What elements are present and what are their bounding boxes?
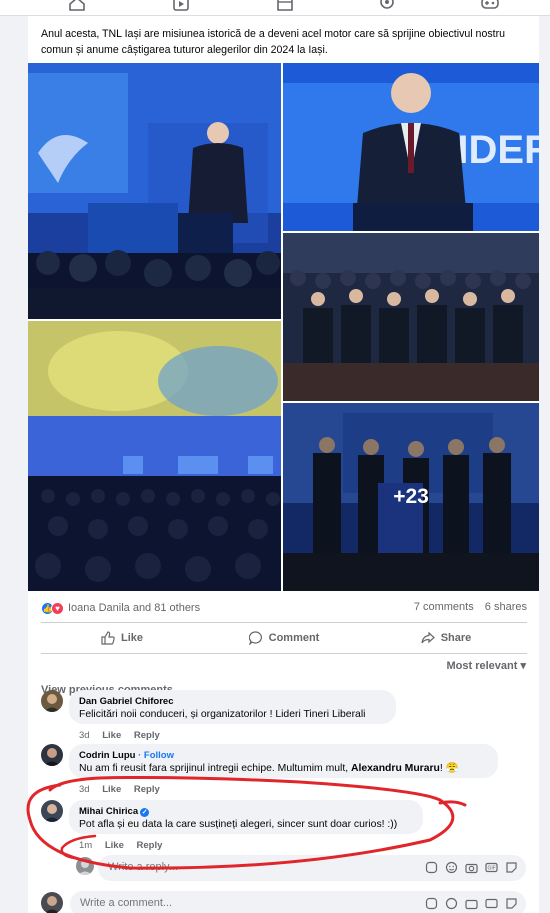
comments-count[interactable]: 7 comments bbox=[414, 601, 474, 613]
comment-text: Pot afla și eu data la care susțineți al… bbox=[79, 819, 398, 830]
comment-like-link[interactable]: Like bbox=[102, 730, 121, 741]
sticker-icon[interactable] bbox=[505, 897, 518, 910]
comment-author[interactable]: Dan Gabriel Chiforec bbox=[79, 695, 386, 708]
avatar-sticker-icon[interactable] bbox=[425, 861, 438, 874]
like-label: Like bbox=[120, 632, 143, 644]
comment-label: Comment bbox=[268, 632, 320, 644]
marketplace-icon[interactable] bbox=[276, 0, 294, 12]
reply-input-box: GIF bbox=[98, 855, 526, 881]
comment-author[interactable]: Codrin Lupu bbox=[79, 750, 135, 761]
avatar bbox=[76, 857, 94, 875]
gif-icon[interactable]: GIF bbox=[485, 861, 498, 874]
groups-icon[interactable] bbox=[378, 0, 396, 12]
comment-reply-link[interactable]: Reply bbox=[137, 840, 163, 851]
avatar bbox=[41, 892, 63, 913]
thumbs-up-icon bbox=[101, 631, 115, 645]
verified-badge-icon: ✓ bbox=[140, 808, 150, 817]
comment-like-link[interactable]: Like bbox=[102, 784, 121, 795]
photo-speaker-closeup[interactable]: LIDERI TINERI bbox=[283, 63, 539, 231]
photo-speaker-podium[interactable] bbox=[28, 63, 281, 319]
comment-like-link[interactable]: Like bbox=[105, 840, 124, 851]
emoji-icon[interactable] bbox=[445, 897, 458, 910]
comment-text: Felicitări noii conduceri, și organizato… bbox=[79, 709, 366, 720]
comment-bubble: Mihai Chirica ✓ Pot afla și eu data la ca… bbox=[69, 800, 423, 834]
divider bbox=[41, 622, 527, 623]
post-actions: Like Comment Share bbox=[41, 627, 527, 649]
reaction-summary[interactable]: 👍 ♥ Ioana Danila and 81 others bbox=[41, 600, 200, 616]
comment-meta: 3d Like Reply bbox=[79, 730, 170, 741]
sort-dropdown[interactable]: Most relevant ▾ bbox=[447, 659, 527, 672]
comment-input-box bbox=[70, 891, 526, 913]
camera-icon[interactable] bbox=[465, 861, 478, 874]
comment-item: Dan Gabriel Chiforec Felicitări noii con… bbox=[41, 690, 521, 741]
photo-gallery: LIDERI TINERI bbox=[28, 63, 539, 591]
reply-input[interactable] bbox=[108, 861, 338, 873]
comment-time[interactable]: 1m bbox=[79, 840, 92, 851]
avatar[interactable] bbox=[41, 800, 63, 822]
post-text: Anul acesta, TNL Iași are misiunea istor… bbox=[41, 28, 505, 56]
follow-link[interactable]: · Follow bbox=[138, 750, 174, 761]
comment-bubble: Dan Gabriel Chiforec Felicitări noii con… bbox=[69, 690, 396, 724]
comment-bubble: Codrin Lupu · Follow Nu am fi reusit far… bbox=[69, 744, 498, 778]
avatar[interactable] bbox=[41, 690, 63, 712]
sticker-icon[interactable] bbox=[505, 861, 518, 874]
divider bbox=[41, 653, 527, 654]
avatar-sticker-icon[interactable] bbox=[425, 897, 438, 910]
comment-meta: 1m Like Reply bbox=[79, 840, 172, 851]
comment-item: Mihai Chirica ✓ Pot afla și eu data la ca… bbox=[41, 800, 521, 851]
comment-text: Nu am fi reusit fara sprijinul intregii … bbox=[79, 763, 459, 774]
share-button[interactable]: Share bbox=[365, 627, 527, 649]
comment-item: Codrin Lupu · Follow Nu am fi reusit far… bbox=[41, 744, 521, 795]
mention-link[interactable]: Alexandru Muraru bbox=[351, 763, 440, 774]
photo-venue-wide[interactable] bbox=[28, 321, 281, 591]
post-card: Anul acesta, TNL Iași are misiunea istor… bbox=[28, 16, 539, 913]
comment-time[interactable]: 3d bbox=[79, 784, 90, 795]
comment-meta: 3d Like Reply bbox=[79, 784, 170, 795]
reply-input-icons: GIF bbox=[425, 861, 518, 874]
photo-audience-front-row[interactable] bbox=[283, 233, 539, 401]
photo-stage-group[interactable]: +23 bbox=[283, 403, 539, 591]
comment-button[interactable]: Comment bbox=[203, 627, 365, 649]
comment-time[interactable]: 3d bbox=[79, 730, 90, 741]
gaming-icon[interactable] bbox=[481, 0, 499, 12]
video-icon[interactable] bbox=[172, 0, 190, 12]
share-arrow-icon bbox=[421, 631, 435, 644]
comment-reply-link[interactable]: Reply bbox=[134, 730, 160, 741]
svg-text:GIF: GIF bbox=[488, 866, 496, 872]
comment-input[interactable] bbox=[80, 897, 310, 909]
like-button[interactable]: Like bbox=[41, 627, 203, 649]
gif-icon[interactable] bbox=[485, 897, 498, 910]
reaction-names[interactable]: Ioana Danila and 81 others bbox=[68, 602, 200, 614]
avatar[interactable] bbox=[41, 744, 63, 766]
shares-count[interactable]: 6 shares bbox=[485, 601, 527, 613]
emoji-icon[interactable] bbox=[445, 861, 458, 874]
comment-input-icons bbox=[425, 897, 518, 910]
comment-bubble-icon bbox=[248, 631, 262, 645]
more-photos-count[interactable]: +23 bbox=[283, 403, 539, 591]
home-icon[interactable] bbox=[68, 0, 86, 12]
comment-author[interactable]: Mihai Chirica bbox=[79, 806, 138, 817]
share-label: Share bbox=[440, 632, 472, 644]
top-nav-bar bbox=[0, 0, 550, 16]
comment-reply-link[interactable]: Reply bbox=[134, 784, 160, 795]
love-reaction-icon: ♥ bbox=[51, 601, 64, 615]
post-stats: 👍 ♥ Ioana Danila and 81 others 7 comment… bbox=[41, 599, 527, 617]
camera-icon[interactable] bbox=[465, 897, 478, 910]
